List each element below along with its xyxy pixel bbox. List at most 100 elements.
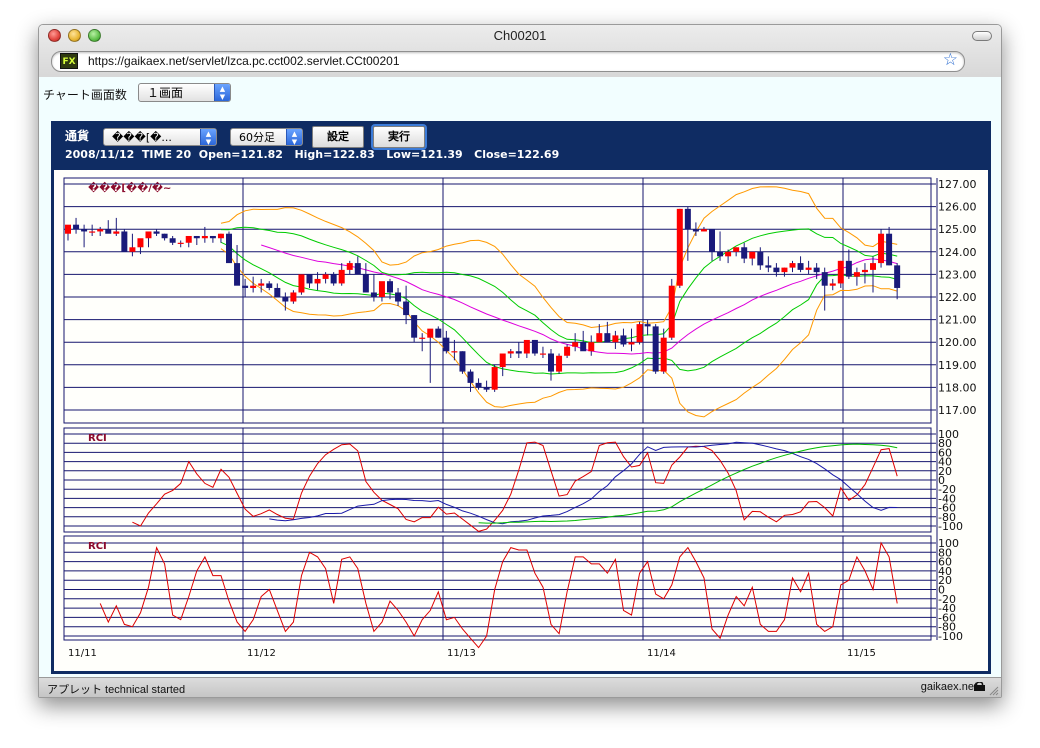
candle-body — [427, 328, 434, 338]
candle-body — [419, 337, 426, 339]
chart-panel: 通貨 ���[�... ▲ ▼ 60分足 ▲ ▼ 設定 実行 2008/11/12 … — [51, 121, 991, 674]
y-tick-label: 117.00 — [938, 404, 977, 417]
candle-body — [105, 229, 112, 234]
candle-body — [757, 251, 764, 266]
candle-body — [387, 281, 393, 293]
window-title: Ch00201 — [493, 28, 547, 43]
candle-body — [612, 335, 619, 343]
candle-body — [370, 292, 377, 297]
candle-body — [692, 229, 699, 232]
y-tick-label: 125.00 — [938, 223, 977, 236]
candle-body — [837, 260, 844, 284]
site-favicon: FX — [60, 53, 78, 69]
y-tick-label: 119.00 — [938, 359, 977, 372]
y-tick-label: 120.00 — [938, 336, 977, 349]
lock-icon — [974, 682, 985, 691]
candle-body — [773, 267, 780, 273]
candle-body — [435, 328, 442, 338]
screen-count-label: チャート画面数 — [43, 88, 127, 102]
settings-button[interactable]: 設定 — [312, 126, 364, 148]
candle-body — [451, 351, 458, 353]
candle-body — [805, 267, 812, 270]
candle-body — [298, 274, 305, 293]
currency-value: ���[�... — [112, 131, 172, 144]
candle-body — [733, 247, 740, 252]
candle-body — [700, 229, 707, 232]
candle-body — [81, 229, 88, 232]
chart-canvas[interactable]: 127.00 126.00 125.00 124.00 123.00 122.00 121.… — [54, 170, 988, 671]
select-arrows-icon: ▲ ▼ — [286, 129, 302, 146]
y-tick-label: 121.00 — [938, 314, 977, 327]
currency-select[interactable]: ���[�... ▲ ▼ — [103, 128, 217, 146]
candle-body — [620, 335, 627, 345]
candle-body — [539, 353, 546, 355]
candle-body — [668, 285, 675, 338]
candle-body — [821, 272, 828, 286]
x-tick-label: 11/15 — [847, 648, 876, 659]
run-button[interactable]: 実行 — [373, 126, 425, 148]
candle-body — [660, 337, 667, 372]
chart-svg[interactable]: 127.00 126.00 125.00 124.00 123.00 122.00 121.… — [54, 170, 988, 671]
candle-body — [749, 251, 756, 259]
y-tick-label: -100 — [938, 630, 963, 643]
candle-body — [330, 274, 337, 284]
candle-body — [845, 260, 852, 277]
y-tick-label: 123.00 — [938, 268, 977, 281]
pane-title: ���[��/�~ — [88, 181, 171, 194]
candle-body — [652, 326, 659, 372]
candle-body — [604, 333, 611, 343]
candle-body — [234, 263, 241, 286]
screen-count-select[interactable]: １画面 ▲ ▼ — [138, 83, 231, 102]
y-tick-label: 122.00 — [938, 291, 977, 304]
x-tick-label: 11/13 — [447, 648, 476, 659]
url-text[interactable]: https://gaikaex.net/servlet/lzca.pc.cct0… — [88, 54, 400, 68]
candle-body — [781, 267, 788, 273]
candle-body — [717, 251, 724, 257]
y-tick-label: 124.00 — [938, 246, 977, 259]
candle-body — [217, 233, 224, 239]
candle-body — [250, 285, 257, 288]
status-bar: アプレット technical started gaikaex.net — [39, 677, 1001, 697]
candle-body — [145, 231, 152, 239]
candle-body — [201, 235, 208, 239]
resize-grip-icon[interactable] — [988, 685, 999, 696]
ohlc-info: 2008/11/12 TIME 20 Open=121.82 High=122.… — [65, 148, 560, 161]
candle-body — [564, 346, 571, 356]
candle-body — [113, 231, 120, 234]
candle-body — [403, 301, 410, 316]
period-select[interactable]: 60分足 ▲ ▼ — [230, 128, 303, 146]
candle-body — [789, 263, 796, 268]
candle-body — [282, 297, 289, 302]
candle-body — [709, 229, 715, 252]
candle-body — [556, 355, 563, 372]
candle-body — [588, 342, 595, 352]
candle-body — [89, 231, 96, 233]
candle-body — [628, 342, 635, 345]
candle-body — [354, 263, 361, 275]
candle-body — [765, 265, 772, 268]
candle-body — [443, 337, 450, 352]
candle-body — [129, 247, 136, 252]
candle-body — [499, 353, 506, 368]
y-tick-label: 127.00 — [938, 178, 977, 191]
candle-body — [314, 278, 321, 284]
candle-body — [306, 274, 313, 284]
y-tick-label: 126.00 — [938, 201, 977, 214]
period-value: 60分足 — [239, 131, 275, 144]
status-text: アプレット technical started — [47, 684, 186, 696]
address-bar[interactable]: FX https://gaikaex.net/servlet/lzca.pc.c… — [51, 50, 965, 72]
candle-body — [515, 351, 522, 354]
candle-body — [886, 233, 893, 266]
candle-body — [346, 263, 353, 270]
candle-body — [266, 283, 273, 288]
candle-body — [242, 285, 249, 288]
candle-body — [65, 224, 71, 234]
candle-body — [362, 274, 369, 293]
pane-title: RCI — [88, 433, 107, 444]
browser-window: Ch00201 FX https://gaikaex.net/servlet/l… — [38, 24, 1002, 698]
x-tick-label: 11/11 — [68, 648, 97, 659]
bookmark-star-icon[interactable]: ☆ — [943, 50, 958, 70]
candle-body — [290, 292, 297, 302]
y-tick-label: 118.00 — [938, 381, 977, 394]
toolbar-toggle-button[interactable] — [972, 31, 992, 41]
